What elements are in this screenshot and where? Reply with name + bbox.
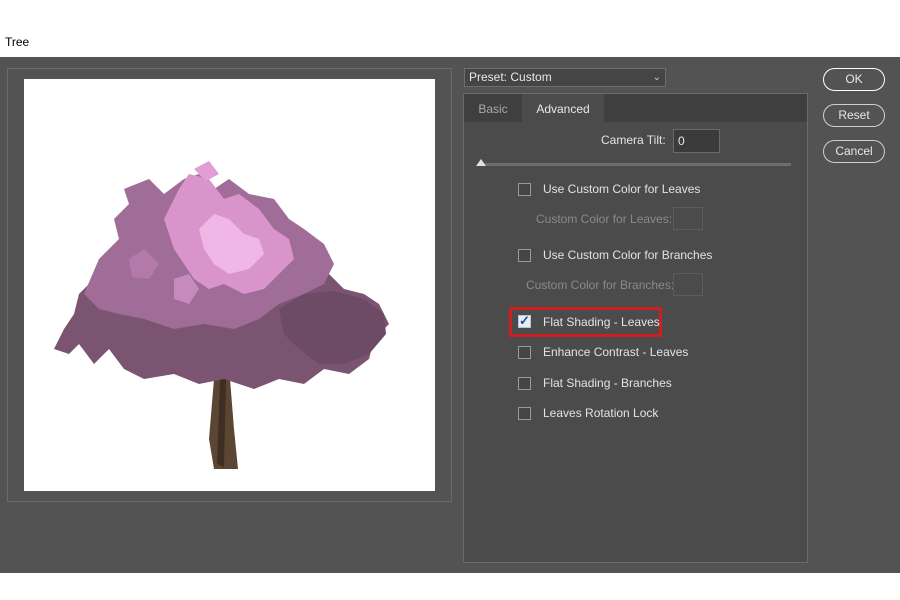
chevron-down-icon: ⌄ [652, 72, 661, 83]
flat-shading-leaves-label: Flat Shading - Leaves [543, 315, 660, 329]
camera-tilt-slider-thumb[interactable] [476, 159, 486, 166]
checkmark-icon: ✓ [519, 313, 530, 328]
enhance-contrast-leaves-checkbox[interactable] [518, 346, 531, 359]
flat-shading-branches-checkbox[interactable] [518, 377, 531, 390]
camera-tilt-label: Camera Tilt: [601, 133, 666, 147]
tree-preview [24, 79, 435, 491]
preset-dropdown[interactable]: Preset: Custom ⌄ [464, 68, 666, 87]
flat-shading-branches-label: Flat Shading - Branches [543, 376, 672, 390]
use-custom-leaves-label: Use Custom Color for Leaves [543, 182, 701, 196]
tree-illustration [54, 161, 389, 469]
use-custom-branches-checkbox[interactable] [518, 249, 531, 262]
use-custom-branches-label: Use Custom Color for Branches [543, 248, 713, 262]
use-custom-leaves-checkbox[interactable] [518, 183, 531, 196]
custom-leaves-color-swatch[interactable] [673, 207, 703, 230]
leaves-rotation-lock-label: Leaves Rotation Lock [543, 406, 659, 420]
custom-leaves-color-label: Custom Color for Leaves: [536, 212, 673, 226]
tab-bar: Basic Advanced [464, 94, 807, 122]
title-bar: Tree [0, 0, 900, 57]
reset-button[interactable]: Reset [823, 104, 885, 127]
bottom-margin [0, 573, 900, 600]
camera-tilt-input[interactable]: 0 [673, 129, 720, 153]
custom-branches-color-label: Custom Color for Branches: [526, 278, 675, 292]
tab-basic[interactable]: Basic [464, 94, 522, 122]
tab-advanced[interactable]: Advanced [522, 94, 604, 122]
leaves-rotation-lock-checkbox[interactable] [518, 407, 531, 420]
cancel-button[interactable]: Cancel [823, 140, 885, 163]
custom-branches-color-swatch[interactable] [673, 273, 703, 296]
ok-button[interactable]: OK [823, 68, 885, 91]
enhance-contrast-leaves-label: Enhance Contrast - Leaves [543, 345, 689, 359]
preset-label: Preset: Custom [469, 70, 552, 84]
camera-tilt-slider-track[interactable] [480, 163, 791, 166]
window-title: Tree [5, 35, 30, 49]
flat-shading-leaves-checkbox[interactable]: ✓ [518, 313, 531, 328]
